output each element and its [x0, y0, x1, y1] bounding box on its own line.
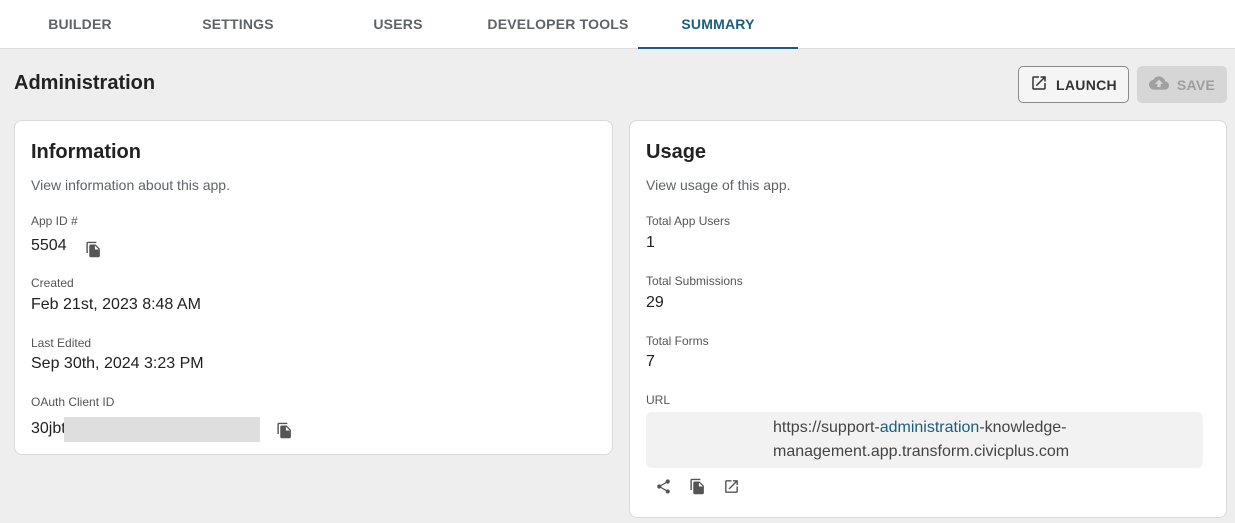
tab-developer-tools[interactable]: DEVELOPER TOOLS [478, 0, 638, 48]
information-card: Information View information about this … [14, 120, 613, 455]
url-display: https://support-administration-knowledge… [646, 412, 1203, 468]
information-title: Information [31, 141, 141, 163]
total-app-users-label: Total App Users [646, 214, 731, 228]
url-prefix: https://support- [773, 419, 880, 436]
tab-bar: BUILDER SETTINGS USERS DEVELOPER TOOLS S… [0, 0, 1235, 49]
total-submissions-label: Total Submissions [646, 274, 743, 288]
cloud-upload-icon [1148, 73, 1169, 96]
tab-users[interactable]: USERS [318, 0, 478, 48]
tab-settings[interactable]: SETTINGS [158, 0, 318, 48]
copy-icon[interactable] [274, 420, 294, 440]
oauth-client-id-label: OAuth Client ID [31, 395, 115, 409]
launch-button[interactable]: LAUNCH [1018, 66, 1129, 103]
usage-title: Usage [646, 141, 707, 163]
information-subtitle: View information about this app. [31, 177, 230, 193]
last-edited-label: Last Edited [31, 336, 92, 350]
share-icon[interactable] [653, 476, 673, 496]
launch-label: LAUNCH [1056, 76, 1117, 93]
save-label: SAVE [1176, 76, 1216, 93]
app-url[interactable]: https://support-administration-knowledge… [773, 416, 1103, 464]
copy-icon[interactable] [687, 476, 707, 496]
app-id-value: 5504 [31, 237, 67, 254]
url-highlight: administration [879, 419, 980, 436]
page-title: Administration [14, 72, 156, 94]
url-label: URL [646, 393, 671, 407]
tab-summary[interactable]: SUMMARY [638, 0, 798, 49]
created-value: Feb 21st, 2023 8:48 AM [31, 296, 201, 313]
created-label: Created [31, 276, 74, 290]
total-submissions-value: 29 [646, 294, 664, 311]
last-edited-value: Sep 30th, 2024 3:23 PM [31, 355, 204, 372]
redaction-block [64, 417, 260, 442]
open-in-new-icon[interactable] [721, 476, 741, 496]
open-in-new-icon [1030, 74, 1048, 95]
total-forms-label: Total Forms [646, 334, 709, 348]
total-app-users-value: 1 [646, 234, 655, 251]
usage-subtitle: View usage of this app. [646, 177, 791, 193]
app-id-label: App ID # [31, 214, 78, 228]
usage-card: Usage View usage of this app. Total App … [629, 120, 1227, 518]
oauth-client-id-value: 30jbt [31, 420, 66, 437]
total-forms-value: 7 [646, 353, 655, 370]
tab-builder[interactable]: BUILDER [0, 0, 160, 48]
save-button[interactable]: SAVE [1137, 66, 1227, 103]
copy-icon[interactable] [83, 239, 103, 259]
